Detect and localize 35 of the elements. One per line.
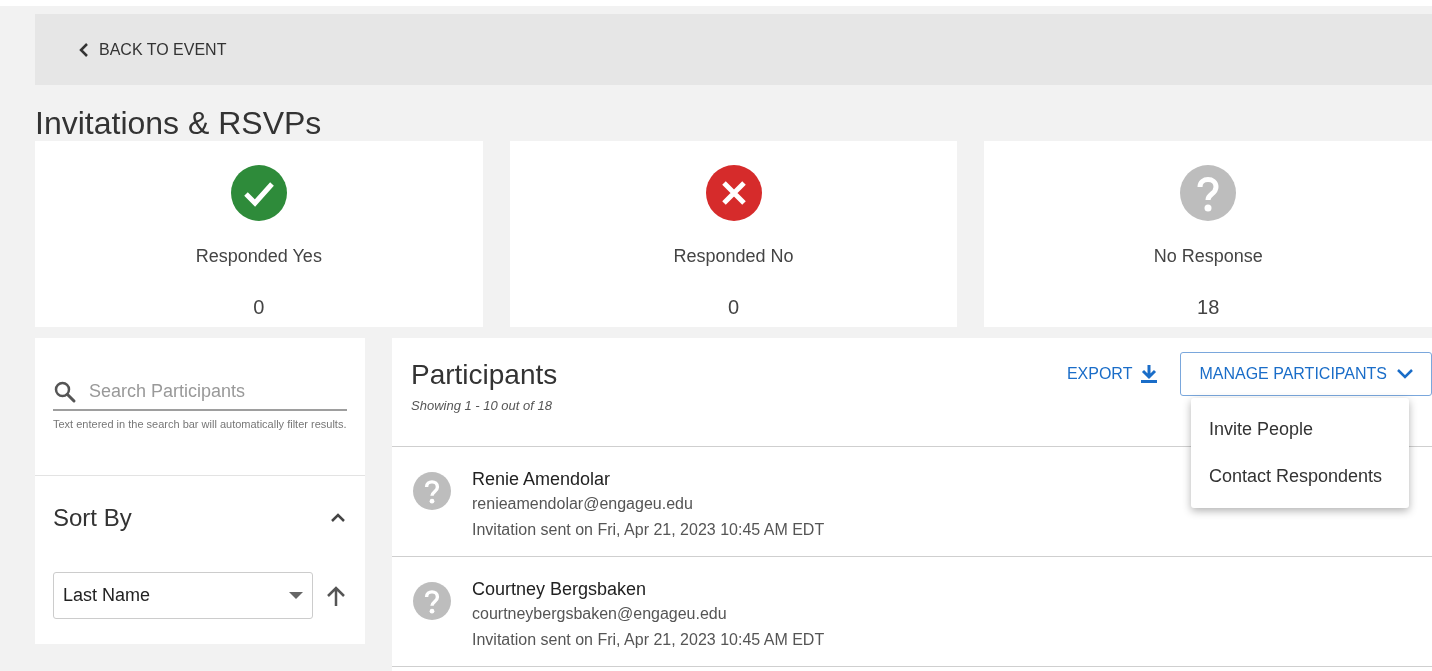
download-icon xyxy=(1140,364,1159,384)
participant-name: Courtney Bergsbaken xyxy=(472,578,648,601)
participant-name: Renie Amendolar xyxy=(472,468,612,491)
back-link[interactable]: BACK TO EVENT xyxy=(79,37,227,62)
sort-up-arrow-icon[interactable] xyxy=(325,584,347,607)
chevron-left-icon xyxy=(79,42,89,57)
invitation-date: Invitation sent on Fri, Apr 21, 2023 10:45 AM EDT xyxy=(472,520,825,540)
manage-participants-button[interactable]: MANAGE PARTICIPANTS xyxy=(1180,352,1432,396)
question-circle-icon xyxy=(413,582,451,620)
export-link[interactable]: EXPORT xyxy=(1066,362,1159,386)
section-title: Sort By xyxy=(53,503,132,533)
search-icon xyxy=(53,379,77,404)
showing-count: Showing 1 - 10 out of 18 xyxy=(411,397,553,415)
stat-count: 0 xyxy=(253,295,265,320)
menu-item[interactable]: Contact Respondents xyxy=(1191,453,1409,500)
stat-count: 18 xyxy=(1197,295,1220,320)
question-circle-icon xyxy=(1180,165,1237,221)
search-field[interactable]: Search Participants xyxy=(89,378,329,405)
search-hint: Text entered in the search bar will automatically filter results. xyxy=(53,417,347,432)
question-circle-icon xyxy=(413,472,451,510)
dropdown-caret-icon xyxy=(289,591,303,600)
panel-title: Participants xyxy=(411,358,558,392)
x-circle-icon xyxy=(705,165,762,221)
stat-label: Responded No xyxy=(673,245,794,268)
menu-item[interactable]: Invite People xyxy=(1191,406,1409,453)
participant-email: courtneybergsbaken@engageu.edu xyxy=(472,604,728,624)
stat-label: Responded Yes xyxy=(195,245,322,268)
sort-dropdown[interactable]: Last Name xyxy=(53,572,313,619)
participant-email: renieamendolar@engageu.edu xyxy=(472,494,694,514)
check-circle-icon xyxy=(230,165,287,221)
stat-label: No Response xyxy=(1153,245,1263,268)
stat-count: 0 xyxy=(727,295,740,320)
invitation-date: Invitation sent on Fri, Apr 21, 2023 10:45 AM EDT xyxy=(472,630,825,650)
chevron-down-icon xyxy=(1397,369,1413,379)
page-title: Invitations & RSVPs xyxy=(35,104,323,143)
